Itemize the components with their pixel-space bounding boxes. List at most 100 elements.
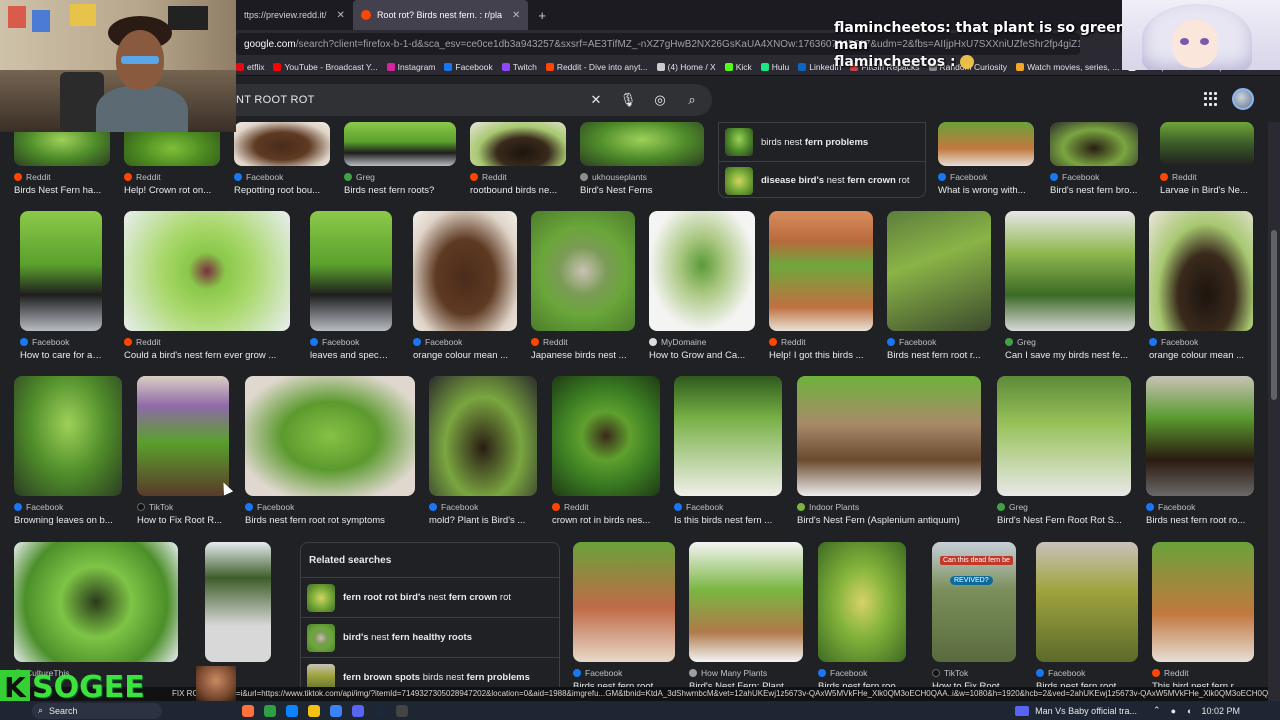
result-card[interactable]: Reddit This bird nest fern r... <box>1152 542 1254 692</box>
result-card[interactable]: Reddit rootbound birds ne... <box>470 122 566 196</box>
folder-icon[interactable] <box>308 704 320 717</box>
result-image[interactable] <box>1149 211 1253 331</box>
avatar[interactable] <box>1232 88 1254 110</box>
result-title[interactable]: crown rot in birds nes... <box>552 515 660 526</box>
app-icon[interactable] <box>264 704 276 717</box>
result-image[interactable] <box>1050 122 1138 166</box>
result-title[interactable]: Help! Crown rot on... <box>124 185 220 196</box>
bookmark-item[interactable]: Twitch <box>501 62 537 72</box>
search-input[interactable]: NT ROOT ROT <box>236 94 588 106</box>
result-card[interactable]: Indoor Plants Bird's Nest Fern (Aspleniu… <box>797 376 981 526</box>
result-title[interactable]: rootbound birds ne... <box>470 185 566 196</box>
clock[interactable]: 10:02 PM <box>1201 706 1240 716</box>
result-image[interactable]: Can this dead fern be REVIVED? <box>932 542 1016 662</box>
result-card[interactable]: Greg Birds nest fern roots? <box>344 122 456 196</box>
close-tab-icon[interactable]: ✕ <box>337 10 345 21</box>
result-title[interactable]: Could a bird's nest fern ever grow ... <box>124 350 290 361</box>
result-image[interactable] <box>1146 376 1254 496</box>
result-title[interactable]: orange colour mean ... <box>413 350 517 361</box>
result-title[interactable]: Bird's Nest Ferns <box>580 185 704 196</box>
taskbar-search[interactable]: ⌕ Search <box>32 702 162 719</box>
result-card[interactable]: Greg Can I save my birds nest fe... <box>1005 211 1135 361</box>
result-title[interactable]: How to Fix Root R... <box>137 515 229 526</box>
result-image[interactable] <box>310 211 392 331</box>
camera-lens-icon[interactable]: ◎ <box>652 92 668 108</box>
result-image[interactable] <box>580 122 704 166</box>
result-image[interactable] <box>234 122 330 166</box>
obs-icon[interactable] <box>396 704 408 717</box>
result-title[interactable]: Help! I got this birds ... <box>769 350 873 361</box>
result-card[interactable]: Facebook Birds nest fern root... <box>573 542 675 692</box>
related-search-item[interactable]: fern root rot bird's nest fern crown rot <box>301 577 559 617</box>
result-title[interactable]: Bird's Nest Fern (Asplenium antiquum) <box>797 515 981 526</box>
result-title[interactable]: mold? Plant is Bird's ... <box>429 515 537 526</box>
result-image[interactable] <box>769 211 873 331</box>
bookmark-item[interactable]: YouTube - Broadcast Y... <box>273 62 378 72</box>
result-image[interactable] <box>137 376 229 496</box>
result-image[interactable] <box>818 542 906 662</box>
result-image[interactable] <box>573 542 675 662</box>
result-image[interactable] <box>1005 211 1135 331</box>
result-title[interactable]: orange colour mean ... <box>1149 350 1253 361</box>
result-card[interactable]: Reddit Help! Crown rot on... <box>124 122 220 196</box>
result-card[interactable]: Facebook Birds nest fern root r... <box>887 211 991 361</box>
bookmark-item[interactable]: Instagram <box>386 62 435 72</box>
search-icon[interactable]: ⌕ <box>684 92 700 108</box>
result-image[interactable] <box>552 376 660 496</box>
result-card[interactable]: Reddit crown rot in birds nes... <box>552 376 660 526</box>
steam-icon[interactable] <box>374 704 386 717</box>
result-card[interactable]: Facebook mold? Plant is Bird's ... <box>429 376 537 526</box>
result-image[interactable] <box>689 542 803 662</box>
result-title[interactable]: Japanese birds nest ... <box>531 350 635 361</box>
result-image[interactable] <box>997 376 1131 496</box>
result-title[interactable]: Bird's Nest Fern Root Rot S... <box>997 515 1131 526</box>
result-title[interactable]: Birds nest fern root rot symptoms <box>245 515 415 526</box>
result-card[interactable]: Facebook Is this birds nest fern ... <box>674 376 782 526</box>
result-title[interactable]: Bird's nest fern bro... <box>1050 185 1138 196</box>
result-title[interactable]: Browning leaves on b... <box>14 515 122 526</box>
chevron-up-icon[interactable]: ⌃ <box>1153 705 1161 716</box>
apps-grid-icon[interactable] <box>1204 92 1218 106</box>
result-title[interactable]: Repotting root bou... <box>234 185 330 196</box>
result-card[interactable]: Facebook Birds nest fern root ro... <box>1146 376 1254 526</box>
scrollbar-thumb[interactable] <box>1271 230 1277 400</box>
app-icon[interactable] <box>286 704 298 717</box>
result-image[interactable] <box>887 211 991 331</box>
result-image[interactable] <box>413 211 517 331</box>
result-title[interactable]: Can I save my birds nest fe... <box>1005 350 1135 361</box>
bookmark-item[interactable]: Hulu <box>760 62 789 72</box>
result-image[interactable] <box>674 376 782 496</box>
page-scrollbar[interactable] <box>1268 122 1280 701</box>
result-title[interactable]: Is this birds nest fern ... <box>674 515 782 526</box>
result-card[interactable]: Facebook leaves and specks ... <box>310 211 392 361</box>
result-card[interactable]: Facebook Bird's nest fern bro... <box>1050 122 1138 196</box>
result-title[interactable]: Birds nest fern root ro... <box>1146 515 1254 526</box>
result-card[interactable]: Facebook Birds nest fern root rot sympto… <box>245 376 415 526</box>
result-image[interactable] <box>205 542 271 662</box>
bookmark-item[interactable]: Kick <box>724 62 752 72</box>
result-image[interactable] <box>1152 542 1254 662</box>
result-image[interactable] <box>14 542 178 662</box>
result-card[interactable]: Reddit Could a bird's nest fern ever gro… <box>124 211 290 361</box>
result-card[interactable]: How Many Plants Bird's Nest Fern: Plant.… <box>689 542 803 692</box>
result-card[interactable]: Greg Bird's Nest Fern Root Rot S... <box>997 376 1131 526</box>
volume-icon[interactable]: ◖ <box>1186 706 1191 716</box>
close-tab-icon[interactable]: ✕ <box>512 10 520 21</box>
related-suggestion[interactable]: disease bird's nest fern crown rot <box>719 161 925 199</box>
search-box[interactable]: NT ROOT ROT ✕ 🎙 ◎ ⌕ <box>200 84 712 116</box>
result-image[interactable] <box>531 211 635 331</box>
related-search-item[interactable]: bird's nest fern healthy roots <box>301 617 559 657</box>
result-card[interactable]: Facebook Birds nest fern root... <box>1036 542 1138 692</box>
result-image[interactable] <box>938 122 1034 166</box>
result-card[interactable]: Facebook How to care for an ... <box>20 211 102 361</box>
result-title[interactable]: Birds Nest Fern ha... <box>14 185 110 196</box>
result-image[interactable] <box>1036 542 1138 662</box>
result-image[interactable] <box>1160 122 1254 166</box>
result-image[interactable] <box>20 211 102 331</box>
mic-icon[interactable]: ● <box>1171 706 1176 716</box>
result-image[interactable] <box>124 211 290 331</box>
result-title[interactable]: What is wrong with... <box>938 185 1034 196</box>
bookmark-item[interactable]: (4) Home / X <box>656 62 716 72</box>
result-title[interactable]: leaves and specks ... <box>310 350 392 361</box>
result-card[interactable]: ukhouseplants Bird's Nest Ferns <box>580 122 704 196</box>
